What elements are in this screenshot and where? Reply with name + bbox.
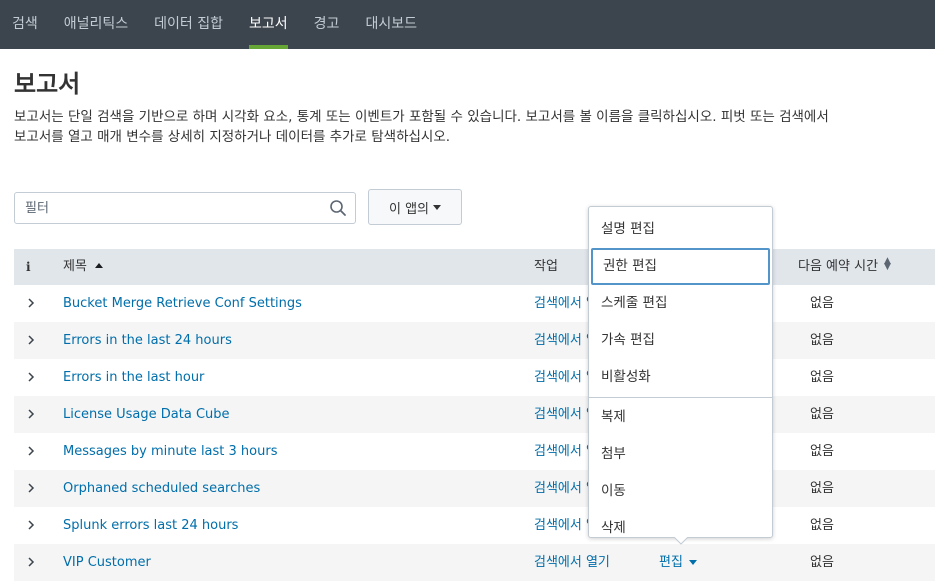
menu-item[interactable]: 권한 편집 — [591, 248, 770, 285]
menu-item[interactable]: 이동 — [589, 473, 772, 510]
nav-item-dashboards[interactable]: 대시보드 — [352, 0, 430, 49]
table-row: Orphaned scheduled searches검색에서 열기편집없음 — [14, 470, 935, 507]
caret-down-icon — [433, 204, 441, 210]
table-row: Errors in the last 24 hours검색에서 열기편집없음 — [14, 322, 935, 359]
filter-box — [14, 192, 356, 224]
edit-dropdown-link[interactable]: 편집 — [659, 544, 697, 581]
expand-row-icon[interactable] — [27, 334, 35, 346]
expand-row-icon[interactable] — [27, 371, 35, 383]
expand-row-icon[interactable] — [27, 556, 35, 568]
nav-item-alerts[interactable]: 경고 — [301, 0, 353, 49]
nav-item-reports[interactable]: 보고서 — [236, 0, 301, 49]
search-icon[interactable] — [329, 199, 347, 217]
table-row: Messages by minute last 3 hours검색에서 열기편집… — [14, 433, 935, 470]
next-scheduled-value: 없음 — [810, 370, 834, 385]
page-title: 보고서 — [14, 70, 81, 98]
menu-item[interactable]: 비활성화 — [589, 359, 772, 396]
report-title-link[interactable]: Errors in the last hour — [63, 359, 204, 396]
expand-row-icon[interactable] — [27, 482, 35, 494]
table-header: i 제목 작업 다음 예약 시간 ▲ ▼ — [14, 249, 935, 285]
nav-item-search[interactable]: 검색 — [0, 0, 51, 49]
table-row: VIP Customer 검색에서 열기 편집 없음 — [14, 544, 935, 581]
table-row: Bucket Merge Retrieve Conf Settings 검색에서 … — [14, 285, 935, 322]
next-scheduled-column-header[interactable]: 다음 예약 시간 ▲ ▼ — [796, 249, 891, 285]
edit-link-label: 편집 — [659, 555, 683, 570]
reports-table: i 제목 작업 다음 예약 시간 ▲ ▼ Bucket Merge Retrieve… — [14, 249, 935, 581]
next-scheduled-value: 없음 — [810, 481, 834, 496]
actions-column-header: 작업 — [534, 259, 558, 274]
menu-item[interactable]: 설명 편집 — [589, 211, 772, 248]
menu-item[interactable]: 스케줄 편집 — [589, 285, 772, 322]
report-title-link[interactable]: Messages by minute last 3 hours — [63, 433, 277, 470]
next-scheduled-value: 없음 — [810, 407, 834, 422]
nav-item-analytics[interactable]: 애널리틱스 — [51, 0, 141, 49]
table-body: Bucket Merge Retrieve Conf Settings 검색에서 … — [14, 285, 935, 581]
app-scope-label: 이 앱의 — [388, 201, 429, 217]
menu-divider — [589, 397, 772, 398]
table-row: Errors in the last hour검색에서 열기편집없음 — [14, 359, 935, 396]
report-title-link[interactable]: Bucket Merge Retrieve Conf Settings — [63, 285, 302, 322]
next-scheduled-header-label: 다음 예약 시간 — [798, 259, 879, 274]
title-column-header[interactable]: 제목 — [63, 249, 103, 285]
report-title-link[interactable]: License Usage Data Cube — [63, 396, 230, 433]
table-row: License Usage Data Cube검색에서 열기편집없음 — [14, 396, 935, 433]
next-scheduled-value: 없음 — [810, 333, 834, 348]
title-header-label: 제목 — [63, 259, 87, 274]
report-title-link[interactable]: Errors in the last 24 hours — [63, 322, 232, 359]
next-scheduled-value: 없음 — [810, 296, 834, 311]
menu-item[interactable]: 복제 — [589, 399, 772, 436]
sort-both-icon: ▲ ▼ — [884, 256, 891, 272]
caret-down-icon — [688, 560, 697, 565]
page-description: 보고서는 단일 검색을 기반으로 하며 시각화 요소, 통계 또는 이벤트가 포… — [14, 109, 829, 145]
report-title-link[interactable]: Orphaned scheduled searches — [63, 470, 260, 507]
app-nav-bar: 검색 애널리틱스 데이터 집합 보고서 경고 대시보드 — [0, 0, 935, 49]
sort-ascending-icon — [94, 263, 103, 268]
menu-item[interactable]: 가속 편집 — [589, 322, 772, 359]
table-row: Splunk errors last 24 hours검색에서 열기편집없음 — [14, 507, 935, 544]
expand-row-icon[interactable] — [27, 408, 35, 420]
next-scheduled-value: 없음 — [810, 444, 834, 459]
next-scheduled-value: 없음 — [810, 518, 834, 533]
info-column-header: i — [26, 260, 31, 274]
report-title-link[interactable]: Splunk errors last 24 hours — [63, 507, 238, 544]
expand-row-icon[interactable] — [27, 297, 35, 309]
nav-item-datasets[interactable]: 데이터 집합 — [141, 0, 236, 49]
expand-row-icon[interactable] — [27, 445, 35, 457]
filter-input[interactable] — [15, 193, 315, 223]
expand-row-icon[interactable] — [27, 519, 35, 531]
menu-item[interactable]: 첨부 — [589, 436, 772, 473]
open-in-search-link[interactable]: 검색에서 열기 — [534, 544, 610, 581]
menu-pointer-arrow — [674, 537, 688, 545]
report-title-link[interactable]: VIP Customer — [63, 544, 151, 581]
edit-dropdown-menu: 설명 편집 권한 편집 스케줄 편집 가속 편집 비활성화 복제 첨부 이동 삭제 — [588, 206, 773, 538]
next-scheduled-value: 없음 — [810, 555, 834, 570]
app-scope-dropdown[interactable]: 이 앱의 — [368, 189, 462, 225]
